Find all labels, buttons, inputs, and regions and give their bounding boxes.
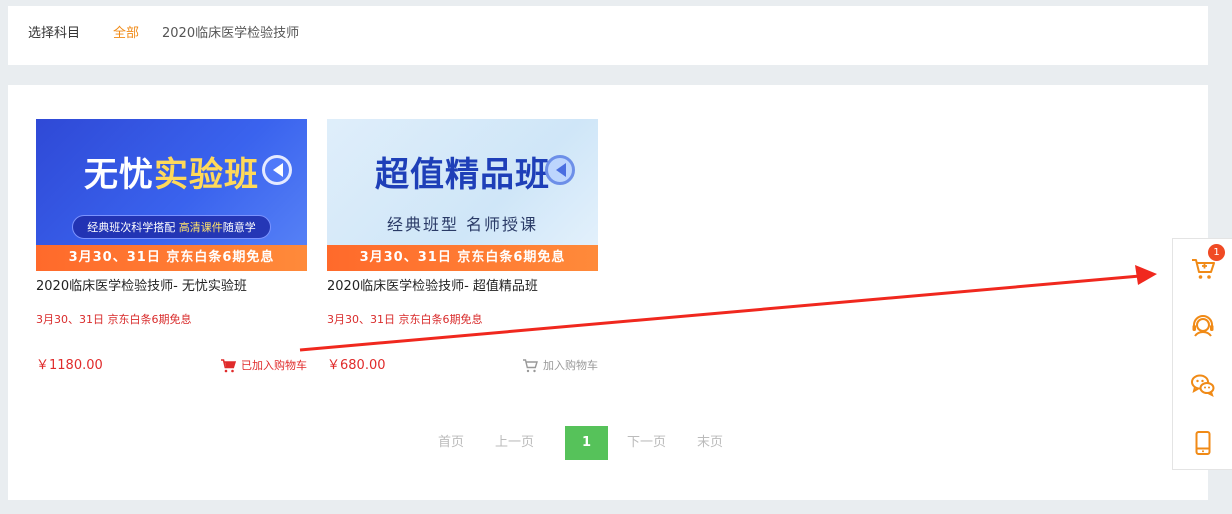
course-price: ￥1180.00 [36,358,103,373]
card-footer: ￥1180.00 已加入购物车 [36,358,307,374]
pagination: 首页 上一页 1 下一页 末页 [438,426,723,460]
play-icon [545,155,575,185]
cart-count-badge: 1 [1208,244,1225,261]
pagination-prev[interactable]: 上一页 [495,426,534,460]
banner-title-part: 无忧 [84,155,154,195]
pagination-next[interactable]: 下一页 [627,426,666,460]
cart-icon [523,359,538,373]
banner-promo-strip: 3月30、31日 京东白条6期免息 [327,245,598,271]
banner-subtitle-text: 经典班次科学搭配 [87,221,179,234]
filter-option-all[interactable]: 全部 [113,26,139,42]
banner-subtitle: 经典班型 名师授课 [386,215,539,234]
filter-label: 选择科目 [28,26,81,41]
banner-subtitle: 经典班次科学搭配 高清课件随意学 [36,215,307,239]
course-promo: 3月30、31日 京东白条6期免息 [327,313,483,326]
pagination-last[interactable]: 末页 [697,426,723,460]
sidebar-customer-service-button[interactable] [1188,311,1218,341]
course-promo: 3月30、31日 京东白条6期免息 [36,313,192,326]
banner-subtitle-highlight: 高清课件 [178,221,223,234]
banner-title-part: 精品班 [445,155,550,195]
floating-sidebar [1172,238,1232,470]
course-title[interactable]: 2020临床医学检验技师- 超值精品班 [327,279,598,295]
mobile-icon [1195,431,1211,455]
sidebar-mobile-button[interactable] [1188,428,1218,458]
card-footer: ￥680.00 加入购物车 [327,358,598,374]
banner-title-part: 超值 [375,155,445,195]
cart-button-label: 加入购物车 [543,359,598,372]
banner-subtitle-text: 随意学 [222,221,256,234]
cart-button-label: 已加入购物车 [241,359,307,372]
customer-service-icon [1192,315,1214,337]
wechat-icon [1191,374,1215,398]
play-icon [262,155,292,185]
course-title[interactable]: 2020临床医学检验技师- 无忧实验班 [36,279,307,295]
subject-filter-bar: 选择科目 全部 2020临床医学检验技师 [8,6,1208,65]
banner-promo-strip: 3月30、31日 京东白条6期免息 [36,245,307,271]
banner-subtitle-pill: 经典班次科学搭配 高清课件随意学 [72,215,271,239]
add-to-cart-button[interactable]: 已加入购物车 [220,359,307,373]
course-banner[interactable]: 超值精品班 经典班型 名师授课 3月30、31日 京东白条6期免息 [327,119,598,271]
course-price: ￥680.00 [327,358,386,373]
course-banner[interactable]: 无忧实验班 经典班次科学搭配 高清课件随意学 3月30、31日 京东白条6期免息 [36,119,307,271]
add-to-cart-button[interactable]: 加入购物车 [522,359,598,373]
sidebar-wechat-button[interactable] [1188,370,1218,400]
course-list-panel: 无忧实验班 经典班次科学搭配 高清课件随意学 3月30、31日 京东白条6期免息… [8,85,1208,500]
banner-title-part: 实验班 [154,155,259,195]
filter-option-subject[interactable]: 2020临床医学检验技师 [162,26,299,42]
pagination-current-page[interactable]: 1 [565,426,609,460]
course-card: 无忧实验班 经典班次科学搭配 高清课件随意学 3月30、31日 京东白条6期免息… [36,119,307,374]
pagination-first[interactable]: 首页 [438,426,464,460]
course-card: 超值精品班 经典班型 名师授课 3月30、31日 京东白条6期免息 2020临床… [327,119,598,374]
cart-icon [221,359,236,373]
